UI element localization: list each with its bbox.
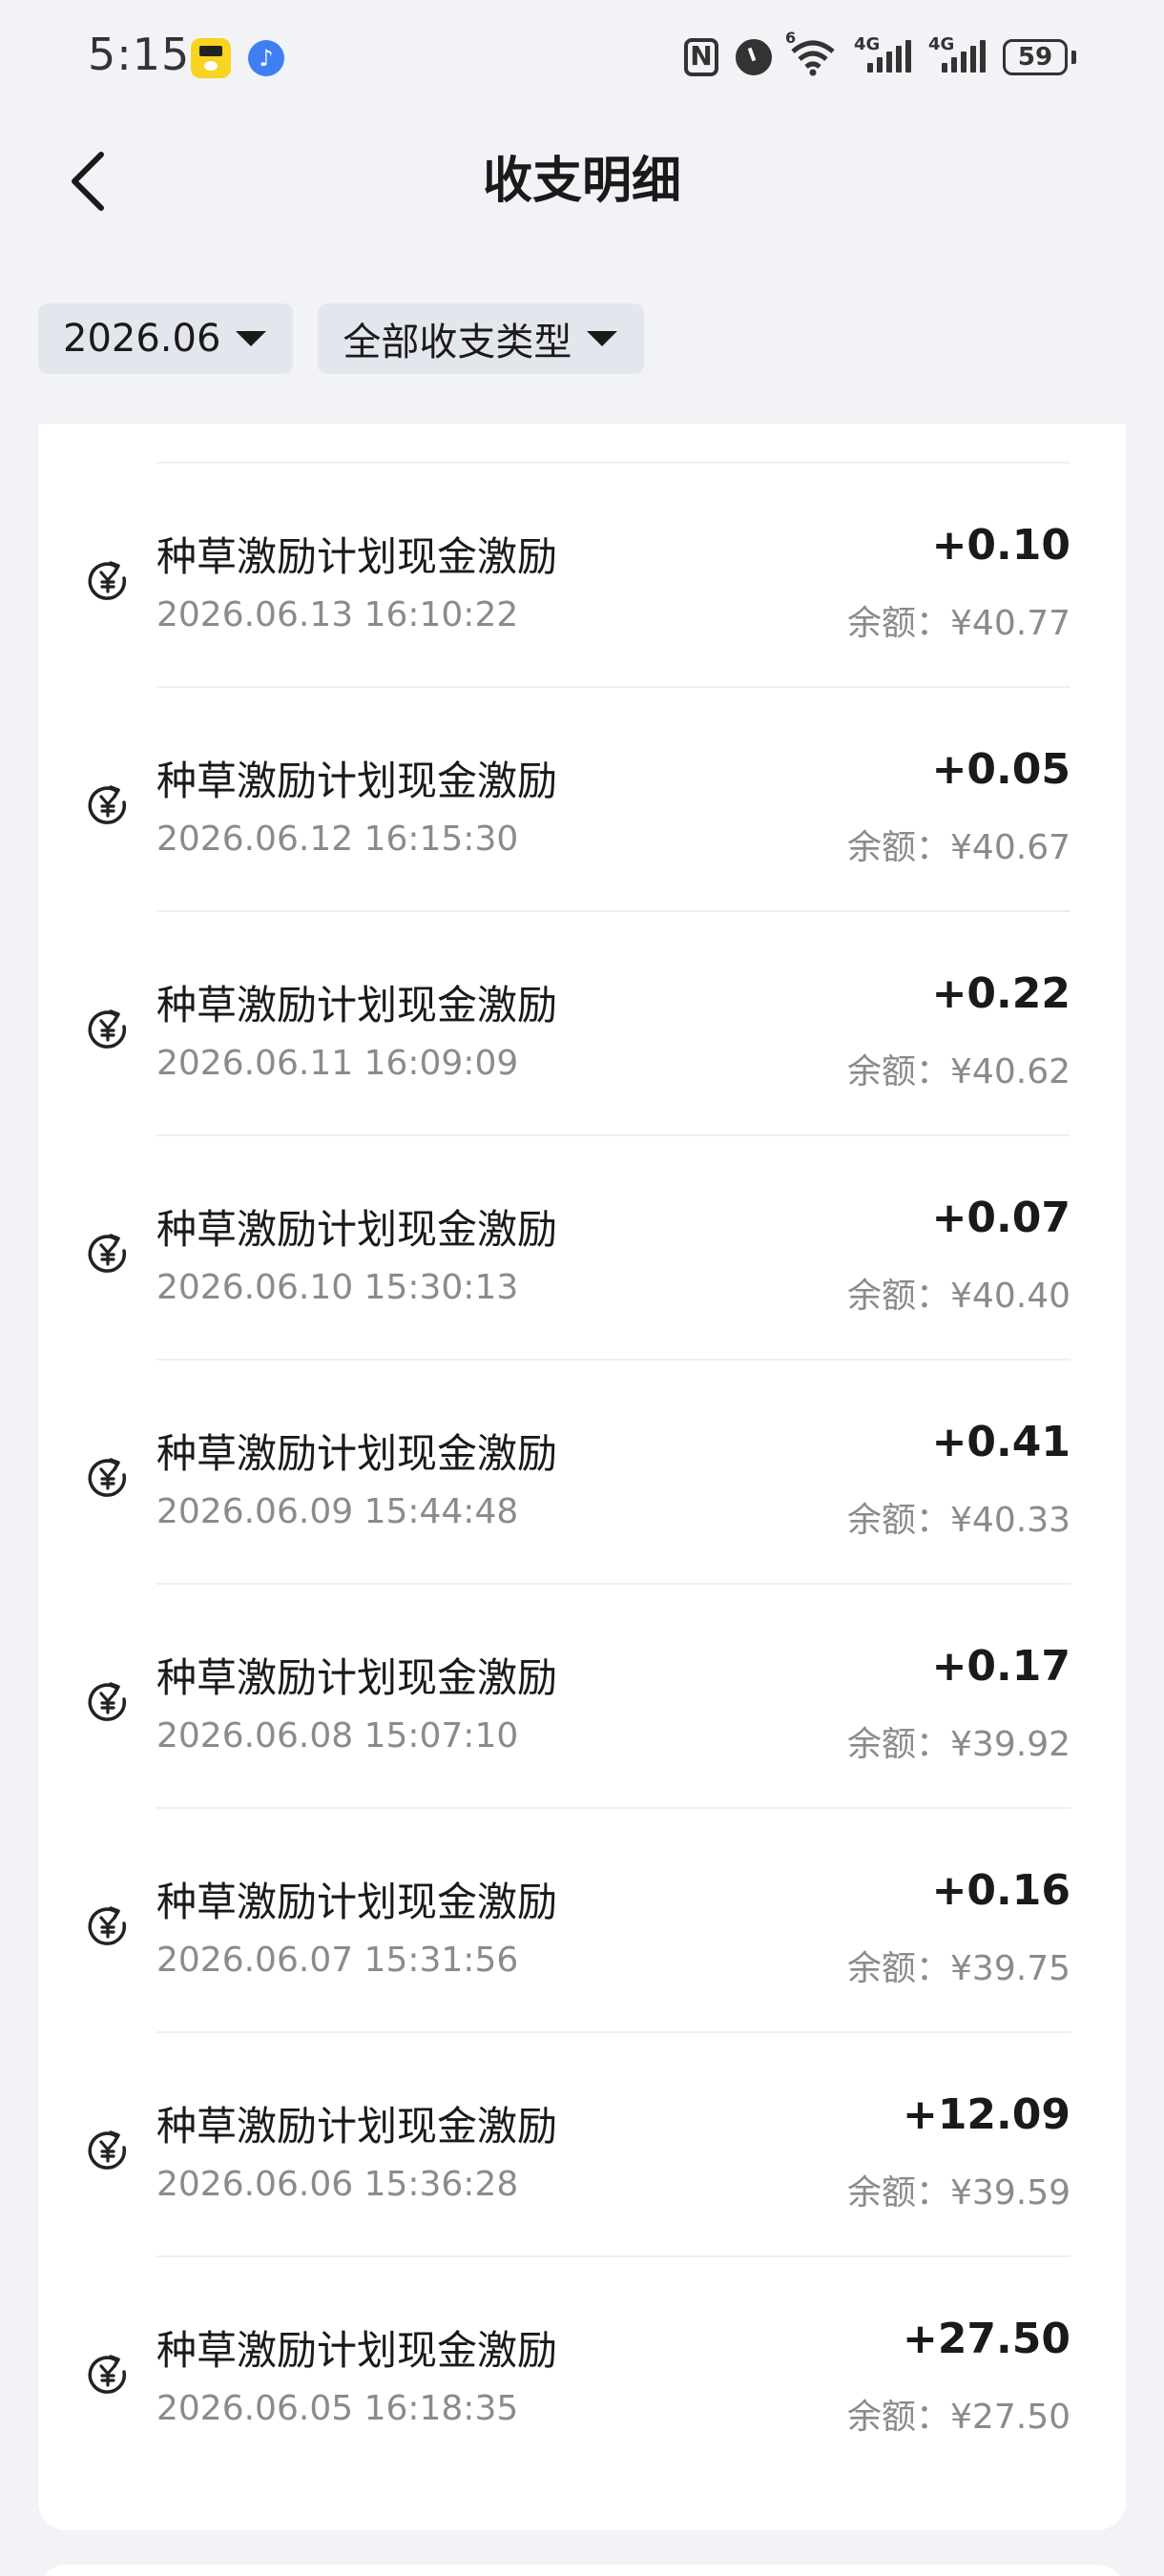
caret-down-icon	[587, 331, 618, 346]
transaction-title: 种草激励计划现金激励	[156, 1879, 558, 1925]
row-divider	[156, 1134, 1070, 1136]
transaction-balance: 余额：¥40.67	[847, 828, 1070, 867]
row-divider	[156, 1583, 1070, 1585]
transaction-list: 种草激励计划现金激励 2026.06.13 16:10:22 +0.10 余额：¥40…	[38, 424, 1126, 2530]
transaction-row[interactable]: 种草激励计划现金激励 2026.06.10 15:30:13 +0.07 余额：¥40…	[38, 1134, 1126, 1359]
alarm-icon	[736, 39, 772, 75]
transaction-balance: 余额：¥27.50	[847, 2398, 1070, 2437]
yuan-refresh-icon	[86, 1232, 130, 1276]
transaction-amount: +0.41	[931, 1418, 1070, 1466]
transaction-amount: +0.05	[931, 745, 1070, 794]
transaction-balance: 余额：¥40.33	[847, 1501, 1070, 1540]
transaction-row[interactable]: 种草激励计划现金激励 2026.06.06 15:36:28 +12.09 余额：¥3…	[38, 2031, 1126, 2255]
row-divider	[156, 910, 1070, 912]
back-arrow-icon	[72, 152, 104, 211]
transaction-balance: 余额：¥39.75	[847, 1949, 1070, 1988]
transaction-row[interactable]: 种草激励计划现金激励 2026.06.11 16:09:09 +0.22 余额：¥40…	[38, 910, 1126, 1134]
transaction-balance: 余额：¥39.92	[847, 1725, 1070, 1764]
row-divider	[156, 2255, 1070, 2257]
transaction-amount: +12.09	[902, 2090, 1070, 2139]
status-bar: 5:15 6 4G 4G	[0, 0, 1164, 114]
transaction-row[interactable]: 种草激励计划现金激励 2026.06.08 15:07:10 +0.17 余额：¥39…	[38, 1583, 1126, 1807]
transaction-time: 2026.06.12 16:15:30	[156, 820, 519, 859]
transaction-amount: +27.50	[902, 2315, 1070, 2363]
type-filter[interactable]: 全部收支类型	[318, 303, 645, 374]
row-divider	[156, 462, 1070, 464]
yuan-refresh-icon	[86, 1904, 130, 1948]
transaction-row[interactable]: 种草激励计划现金激励 2026.06.13 16:10:22 +0.10 余额：¥40…	[38, 462, 1126, 686]
row-divider	[156, 2031, 1070, 2033]
transaction-title: 种草激励计划现金激励	[156, 982, 558, 1028]
transaction-amount: +0.10	[931, 521, 1070, 570]
battery-tip	[1071, 51, 1076, 64]
transaction-title: 种草激励计划现金激励	[156, 533, 558, 580]
transaction-row[interactable]: 种草激励计划现金激励 2026.06.09 15:44:48 +0.41 余额：¥40…	[38, 1359, 1126, 1583]
page: 5:15 6 4G 4G	[0, 0, 1164, 2576]
transaction-time: 2026.06.07 15:31:56	[156, 1941, 519, 1980]
transaction-title: 种草激励计划现金激励	[156, 2103, 558, 2150]
transaction-title: 种草激励计划现金激励	[156, 2327, 558, 2374]
status-icons: 6 4G 4G 59	[684, 29, 1076, 80]
transaction-time: 2026.06.06 15:36:28	[156, 2165, 519, 2204]
transaction-row[interactable]: 种草激励计划现金激励 2026.06.07 15:31:56 +0.16 余额：¥39…	[38, 1807, 1126, 2031]
bottom-card-edge	[38, 2565, 1126, 2576]
transaction-time: 2026.06.11 16:09:09	[156, 1044, 519, 1083]
signal-icon-sim1: 4G	[854, 34, 911, 76]
yuan-refresh-icon	[86, 2353, 130, 2397]
wifi-label: 6	[785, 29, 797, 47]
app-notification-icon	[191, 38, 231, 78]
music-app-icon	[248, 40, 284, 76]
back-button[interactable]	[53, 147, 122, 216]
transaction-title: 种草激励计划现金激励	[156, 1654, 558, 1701]
filter-bar: 2026.06 全部收支类型	[38, 303, 645, 374]
yuan-refresh-icon	[86, 1456, 130, 1500]
transaction-balance: 余额：¥39.59	[847, 2173, 1070, 2212]
yuan-refresh-icon	[86, 1680, 130, 1724]
nfc-icon	[684, 38, 718, 76]
transaction-title: 种草激励计划现金激励	[156, 1430, 558, 1477]
transaction-amount: +0.16	[931, 1866, 1070, 1915]
signal-icon-sim2: 4G	[928, 34, 986, 76]
transaction-balance: 余额：¥40.77	[847, 604, 1070, 643]
page-title: 收支明细	[482, 153, 681, 210]
transaction-amount: +0.07	[931, 1194, 1070, 1242]
yuan-refresh-icon	[86, 1008, 130, 1051]
transaction-time: 2026.06.10 15:30:13	[156, 1268, 519, 1307]
transaction-amount: +0.22	[931, 969, 1070, 1018]
transaction-title: 种草激励计划现金激励	[156, 758, 558, 804]
yuan-refresh-icon	[86, 2129, 130, 2172]
type-filter-label: 全部收支类型	[343, 321, 572, 364]
battery-icon: 59	[1003, 39, 1068, 75]
transaction-time: 2026.06.09 15:44:48	[156, 1492, 519, 1531]
yuan-refresh-icon	[86, 559, 130, 603]
transaction-row[interactable]: 种草激励计划现金激励 2026.06.05 16:18:35 +27.50 余额：¥2…	[38, 2255, 1126, 2480]
header: 收支明细	[0, 134, 1164, 229]
wifi-icon: 6	[785, 29, 837, 76]
month-filter-label: 2026.06	[63, 317, 221, 361]
transaction-time: 2026.06.08 15:07:10	[156, 1716, 519, 1755]
caret-down-icon	[236, 331, 267, 346]
transaction-amount: +0.17	[931, 1642, 1070, 1691]
transaction-time: 2026.06.05 16:18:35	[156, 2389, 519, 2428]
row-divider	[156, 1807, 1070, 1809]
row-divider	[156, 686, 1070, 688]
battery-level: 59	[1017, 43, 1053, 72]
transaction-balance: 余额：¥40.40	[847, 1277, 1070, 1316]
transaction-time: 2026.06.13 16:10:22	[156, 595, 519, 634]
status-time: 5:15	[88, 29, 191, 80]
yuan-refresh-icon	[86, 783, 130, 827]
transaction-title: 种草激励计划现金激励	[156, 1206, 558, 1253]
month-filter[interactable]: 2026.06	[38, 303, 294, 374]
row-divider	[156, 1359, 1070, 1361]
transaction-row[interactable]: 种草激励计划现金激励 2026.06.12 16:15:30 +0.05 余额：¥40…	[38, 686, 1126, 910]
transaction-balance: 余额：¥40.62	[847, 1052, 1070, 1091]
